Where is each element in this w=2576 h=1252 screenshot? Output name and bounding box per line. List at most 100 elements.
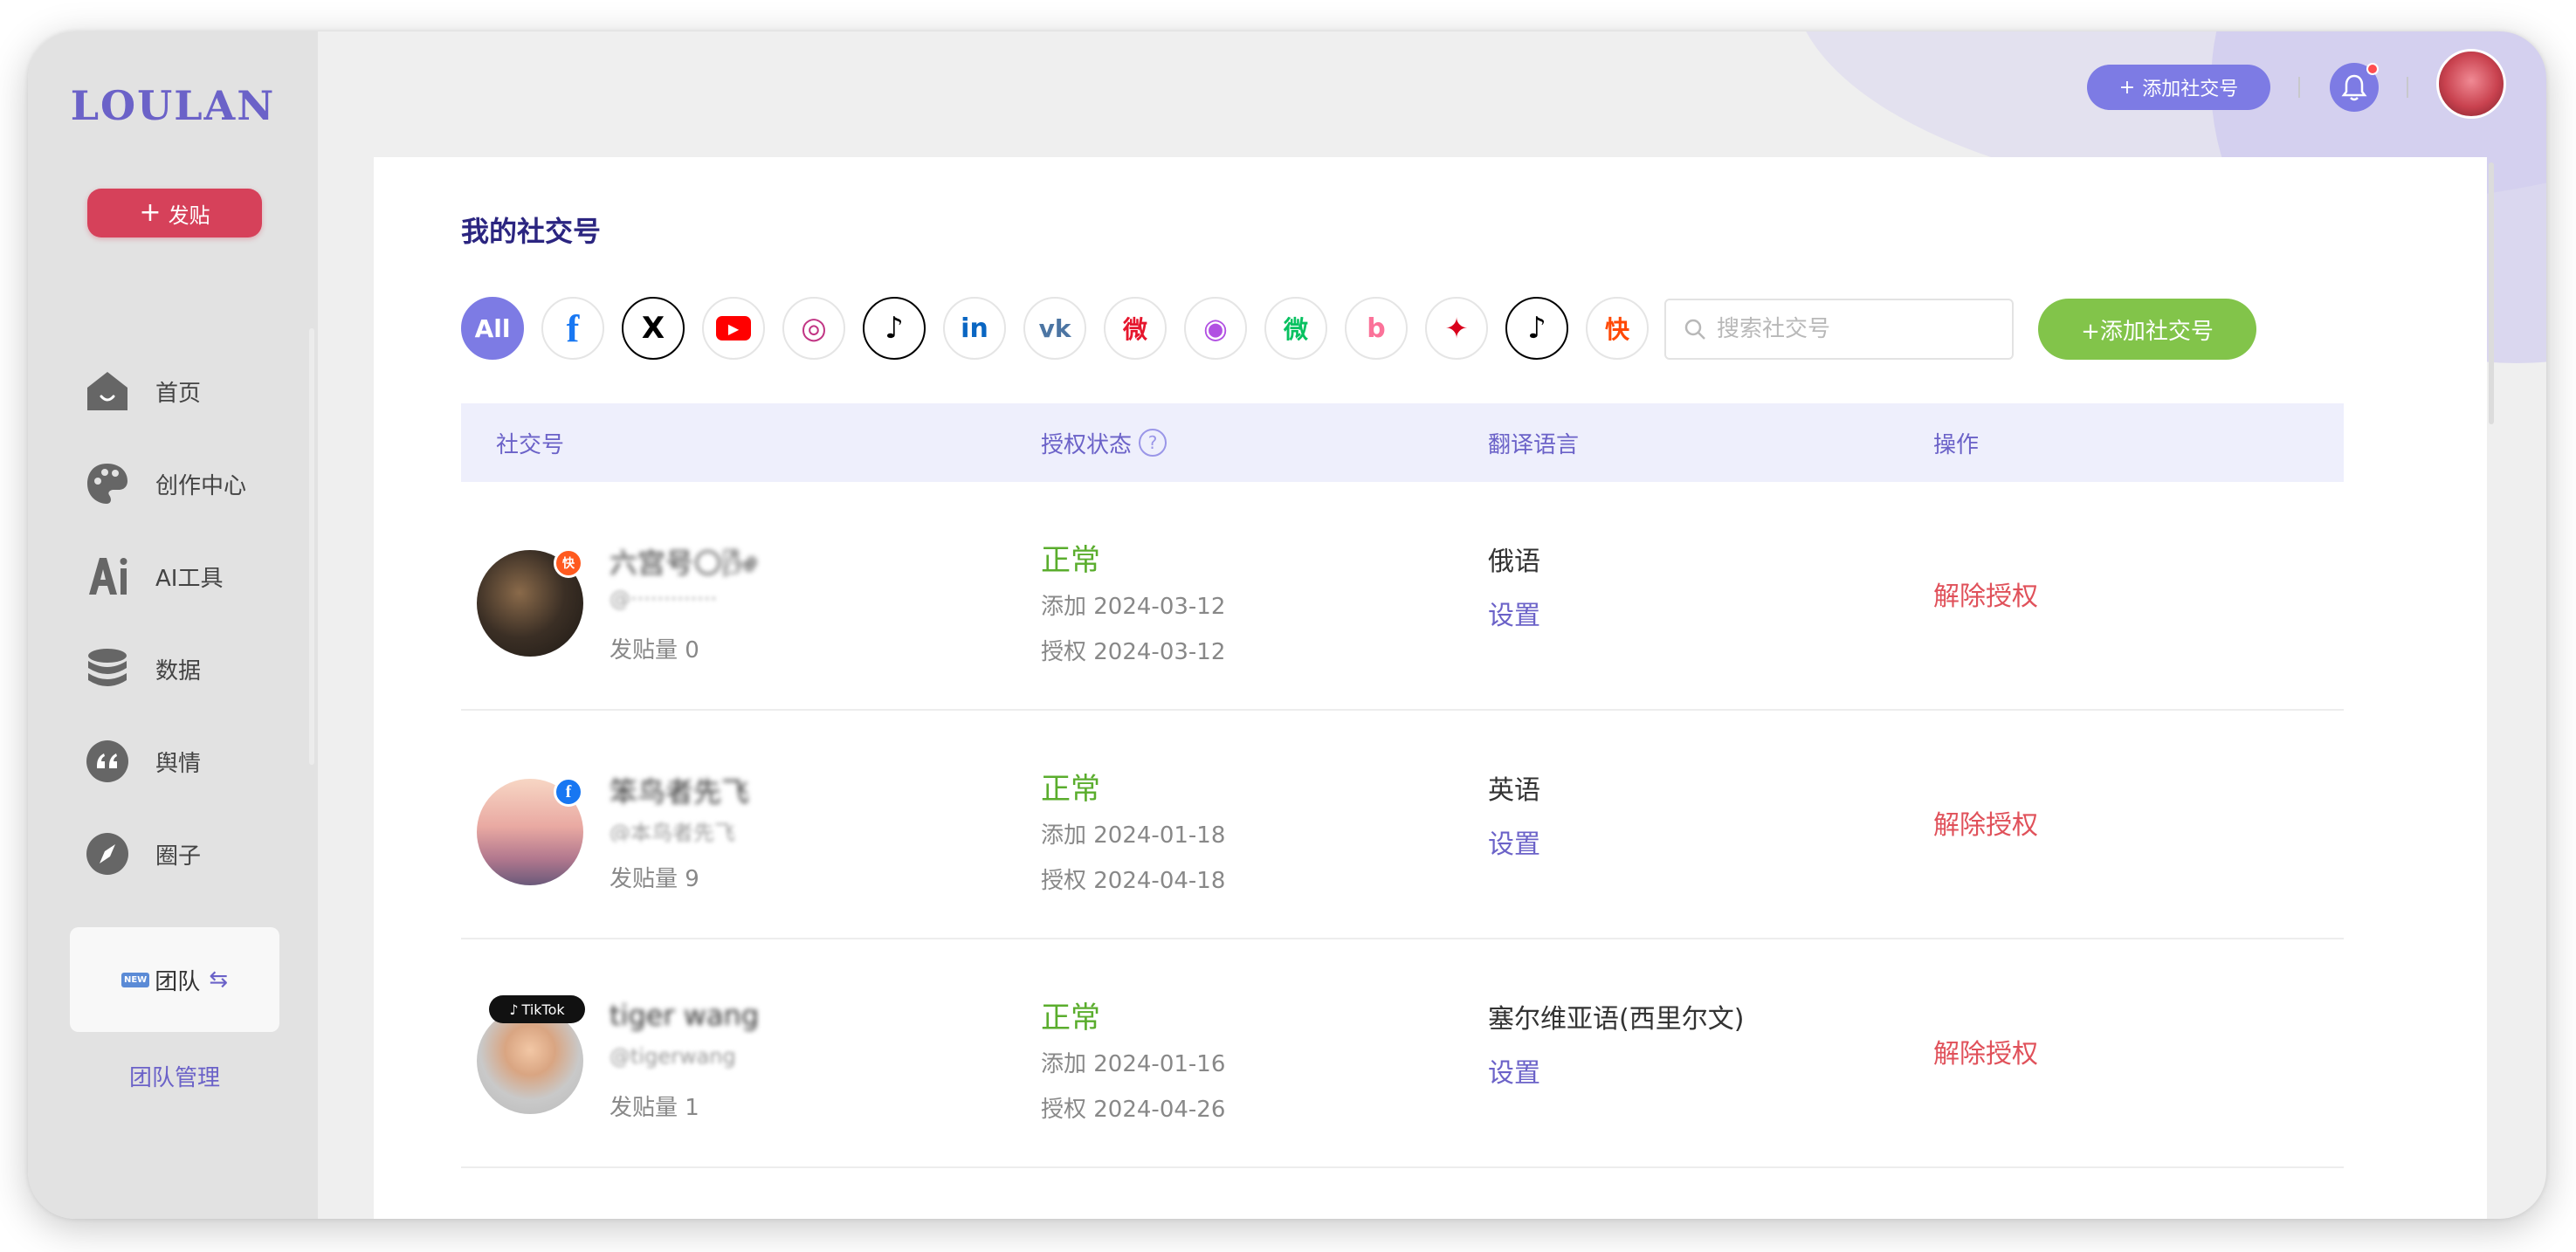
translation-language: 俄语 — [1488, 547, 1540, 577]
sidebar-item-sentiment[interactable]: 舆情 — [86, 735, 295, 788]
column-status: 授权状态 ? — [1041, 403, 1167, 482]
tiktok-icon: ♪ — [509, 1001, 519, 1018]
facebook-badge-icon: f — [554, 777, 583, 807]
post-button-label: 发贴 — [168, 203, 210, 228]
help-icon[interactable]: ? — [1139, 429, 1167, 457]
post-count: 发贴量 9 — [610, 866, 699, 892]
status-badge: 正常 — [1041, 543, 1100, 578]
added-date: 添加 2024-01-16 — [1041, 1051, 1226, 1077]
vk-icon[interactable]: vk — [1023, 297, 1086, 360]
add-account-button[interactable]: +添加社交号 — [2038, 299, 2256, 360]
podcast-icon[interactable]: ◉ — [1184, 297, 1247, 360]
search-input[interactable] — [1717, 316, 1996, 342]
swap-icon: ⇆ — [209, 967, 229, 993]
added-date: 添加 2024-01-18 — [1041, 822, 1226, 849]
authorized-date: 授权 2024-04-26 — [1041, 1097, 1226, 1123]
bilibili-icon[interactable]: b — [1345, 297, 1408, 360]
platform-all[interactable]: All — [461, 297, 524, 360]
page-title: 我的社交号 — [461, 215, 602, 248]
sidebar-item-label: 圈子 — [155, 843, 202, 870]
divider — [2298, 77, 2300, 98]
sidebar-item-data[interactable]: 数据 — [86, 643, 295, 695]
language-setting-link[interactable]: 设置 — [1488, 822, 1540, 861]
column-status-label: 授权状态 — [1041, 431, 1133, 458]
sidebar-scrollbar[interactable] — [309, 328, 314, 765]
quote-icon — [86, 740, 129, 783]
language-setting-link[interactable]: 设置 — [1488, 1051, 1540, 1090]
column-language: 翻译语言 — [1488, 431, 1580, 458]
divider — [2407, 77, 2408, 98]
weibo-icon[interactable]: 微 — [1104, 297, 1167, 360]
language-setting-link[interactable]: 设置 — [1488, 594, 1540, 632]
sidebar-item-label: AI工具 — [155, 565, 224, 592]
sidebar-item-label: 数据 — [155, 657, 202, 684]
accounts-card: 我的社交号 All f X ▶ ◎ ♪ in vk 微 ◉ 微 b ✦ ♪ 快 … — [374, 157, 2487, 1219]
plus-icon: + — [2118, 76, 2136, 99]
team-switcher[interactable]: NEW 团队 ⇆ — [70, 927, 279, 1032]
tiktok-badge-label: TikTok — [521, 1001, 565, 1018]
sidebar: LOULAN + 发贴 首页 创作中心 AI工具 数据 舆情 圈子 NEW 团队… — [28, 31, 318, 1219]
account-name: 笨鸟者先飞 — [610, 775, 750, 805]
column-account: 社交号 — [496, 431, 565, 458]
sidebar-item-circle[interactable]: 圈子 — [86, 828, 295, 880]
douyin-icon[interactable]: ✦ — [1425, 297, 1488, 360]
translation-language: 塞尔维亚语(西里尔文) — [1488, 1004, 1745, 1035]
table-row: f 笨鸟者先飞 @本鸟者先飞 发贴量 9 正常 添加 2024-01-18 授权… — [461, 711, 2344, 939]
wechat-icon[interactable]: 微 — [1264, 297, 1327, 360]
search-icon — [1684, 319, 1705, 340]
revoke-authorization-button[interactable]: 解除授权 — [1933, 1032, 2038, 1070]
x-icon[interactable]: X — [622, 297, 685, 360]
account-avatar — [477, 1008, 583, 1114]
authorized-date: 授权 2024-04-18 — [1041, 868, 1226, 894]
post-count: 发贴量 0 — [610, 637, 699, 664]
post-count: 发贴量 1 — [610, 1095, 699, 1121]
sidebar-item-label: 创作中心 — [155, 472, 247, 499]
sidebar-item-home[interactable]: 首页 — [86, 365, 295, 417]
table-row: 快 六宫号🌕🌬 @············· 发贴量 0 正常 添加 2024-… — [461, 482, 2344, 711]
table-header: 社交号 授权状态 ? 翻译语言 操作 — [461, 403, 2344, 482]
account-handle: @············· — [610, 587, 718, 611]
tiktok-badge: ♪ TikTok — [489, 995, 585, 1023]
new-badge: NEW — [121, 972, 150, 987]
main-scrollbar[interactable] — [2489, 162, 2494, 424]
header-add-account-button[interactable]: + 添加社交号 — [2087, 65, 2270, 110]
team-management-link[interactable]: 团队管理 — [70, 1060, 279, 1092]
authorized-date: 授权 2024-03-12 — [1041, 639, 1226, 665]
notification-dot — [2366, 63, 2379, 75]
revoke-authorization-button[interactable]: 解除授权 — [1933, 574, 2038, 613]
translation-language: 英语 — [1488, 775, 1540, 806]
sidebar-item-ai-tools[interactable]: AI工具 — [86, 550, 295, 602]
linkedin-icon[interactable]: in — [943, 297, 1006, 360]
user-avatar[interactable] — [2436, 49, 2506, 119]
revoke-authorization-button[interactable]: 解除授权 — [1933, 803, 2038, 842]
sidebar-item-label: 首页 — [155, 380, 202, 407]
logo: LOULAN — [70, 82, 276, 129]
status-badge: 正常 — [1041, 772, 1100, 807]
team-label: 团队 — [155, 968, 201, 995]
sidebar-item-creation[interactable]: 创作中心 — [86, 457, 295, 510]
bell-icon — [2341, 74, 2367, 101]
tiktok-icon[interactable]: ♪ — [1505, 297, 1568, 360]
table-row: ♪ TikTok tiger wang @tigerwang 发贴量 1 正常 … — [461, 939, 2344, 1168]
youtube-icon[interactable]: ▶ — [702, 297, 765, 360]
account-name: 六宫号🌕🌬 — [610, 547, 758, 576]
column-action: 操作 — [1933, 431, 1980, 458]
account-handle: @tigerwang — [610, 1044, 736, 1069]
tiktok-icon[interactable]: ♪ — [863, 297, 926, 360]
sidebar-item-label: 舆情 — [155, 750, 202, 777]
home-icon — [86, 369, 129, 413]
platform-filter: All f X ▶ ◎ ♪ in vk 微 ◉ 微 b ✦ ♪ 快 — [461, 297, 1649, 360]
facebook-icon[interactable]: f — [541, 297, 604, 360]
app-window: LOULAN + 发贴 首页 创作中心 AI工具 数据 舆情 圈子 NEW 团队… — [28, 31, 2546, 1219]
account-handle: @本鸟者先飞 — [610, 821, 735, 842]
account-name: tiger wang — [610, 999, 760, 1032]
database-icon — [86, 647, 129, 691]
instagram-icon[interactable]: ◎ — [782, 297, 845, 360]
post-button[interactable]: + 发贴 — [87, 189, 262, 237]
kuaishou-badge-icon: 快 — [554, 548, 583, 578]
added-date: 添加 2024-03-12 — [1041, 594, 1226, 620]
plus-icon: + — [139, 197, 162, 228]
search-box[interactable] — [1664, 299, 2014, 360]
kuaishou-icon[interactable]: 快 — [1586, 297, 1649, 360]
status-badge: 正常 — [1041, 1001, 1100, 1035]
